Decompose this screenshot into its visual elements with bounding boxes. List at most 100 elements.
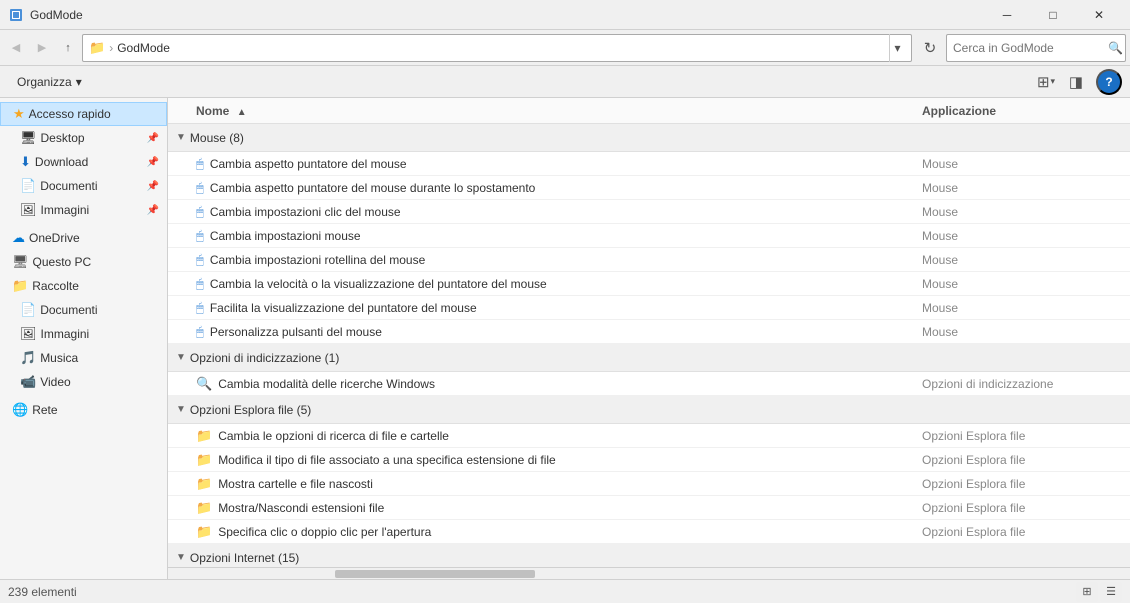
internet-chevron-icon: ▼	[176, 552, 186, 563]
mouse-chevron-icon: ▼	[176, 132, 186, 143]
row-icon-folder-1: 📁	[196, 452, 212, 468]
row-icon-5: 🖱	[196, 276, 204, 292]
row-name: Specifica clic o doppio clic per l'apert…	[218, 525, 922, 539]
table-row[interactable]: 🖱 Cambia impostazioni rotellina del mous…	[168, 248, 1130, 272]
col-name-header: Nome ▲	[196, 104, 922, 118]
table-row[interactable]: 🖱 Cambia impostazioni clic del mouse Mou…	[168, 200, 1130, 224]
indicizzazione-chevron-icon: ▼	[176, 352, 186, 363]
row-icon-1: 🖱	[196, 180, 204, 196]
row-app: Mouse	[922, 205, 1122, 219]
table-row[interactable]: 🖱 Cambia aspetto puntatore del mouse dur…	[168, 176, 1130, 200]
change-view-icon: ⊞	[1037, 73, 1050, 91]
table-row[interactable]: 📁 Mostra/Nascondi estensioni file Opzion…	[168, 496, 1130, 520]
address-dropdown-arrow[interactable]: ▾	[889, 34, 905, 62]
row-name: Cambia la velocità o la visualizzazione …	[210, 277, 922, 291]
sidebar-item-label: Desktop	[41, 131, 85, 145]
section-internet-title[interactable]: ▼ Opzioni Internet (15)	[168, 544, 1130, 567]
section-mouse-title[interactable]: ▼ Mouse (8)	[168, 124, 1130, 152]
row-name: Modifica il tipo di file associato a una…	[218, 453, 922, 467]
sidebar-item-musica[interactable]: 🎵 Musica	[0, 346, 167, 370]
row-icon-folder-0: 📁	[196, 428, 212, 444]
sidebar-item-label: Documenti	[40, 303, 97, 317]
sidebar-item-immagini2[interactable]: 🖼 Immagini	[0, 322, 167, 346]
address-path-text: GodMode	[117, 41, 170, 55]
desktop-icon: 🖥	[20, 130, 37, 146]
section-esplorafile-title[interactable]: ▼ Opzioni Esplora file (5)	[168, 396, 1130, 424]
sidebar-item-label: Raccolte	[32, 279, 79, 293]
h-scroll-thumb[interactable]	[335, 570, 535, 578]
table-row[interactable]: 📁 Cambia le opzioni di ricerca di file e…	[168, 424, 1130, 448]
row-name: Mostra/Nascondi estensioni file	[218, 501, 922, 515]
row-app: Mouse	[922, 277, 1122, 291]
status-view-btn-list[interactable]: ☰	[1100, 582, 1122, 602]
up-button[interactable]: ↑	[56, 34, 80, 62]
section-internet: ▼ Opzioni Internet (15) 🌐 Abilita o disa…	[168, 544, 1130, 567]
row-icon-6: 🖱	[196, 300, 204, 316]
content-scroll[interactable]: ▼ Mouse (8) 🖱 Cambia aspetto puntatore d…	[168, 124, 1130, 567]
table-row[interactable]: 🖱 Cambia impostazioni mouse Mouse	[168, 224, 1130, 248]
row-icon-4: 🖱	[196, 252, 204, 268]
table-row[interactable]: 🖱 Personalizza pulsanti del mouse Mouse	[168, 320, 1130, 344]
section-indicizzazione-title[interactable]: ▼ Opzioni di indicizzazione (1)	[168, 344, 1130, 372]
table-row[interactable]: 🖱 Facilita la visualizzazione del puntat…	[168, 296, 1130, 320]
status-view-icons: ⊞ ☰	[1076, 582, 1122, 602]
sidebar-item-label: Questo PC	[33, 255, 92, 269]
table-row[interactable]: 📁 Mostra cartelle e file nascosti Opzion…	[168, 472, 1130, 496]
change-view-button[interactable]: ⊞ ▾	[1032, 69, 1060, 95]
row-icon-folder-3: 📁	[196, 500, 212, 516]
row-name: Cambia impostazioni clic del mouse	[210, 205, 922, 219]
col-app-header: Applicazione	[922, 104, 1122, 118]
table-row[interactable]: 📁 Modifica il tipo di file associato a u…	[168, 448, 1130, 472]
sidebar-item-immagini[interactable]: 🖼 Immagini 📌	[0, 198, 167, 222]
sidebar-item-rete[interactable]: 🌐 Rete	[0, 398, 167, 422]
help-button[interactable]: ?	[1096, 69, 1122, 95]
table-row[interactable]: 🖱 Cambia aspetto puntatore del mouse Mou…	[168, 152, 1130, 176]
refresh-button[interactable]: ↻	[916, 34, 944, 62]
table-row[interactable]: 🖱 Cambia la velocità o la visualizzazion…	[168, 272, 1130, 296]
maximize-button[interactable]: □	[1030, 0, 1076, 30]
sidebar-item-raccolte[interactable]: 📁 Raccolte	[0, 274, 167, 298]
back-button[interactable]: ◀	[4, 34, 28, 62]
pin-icon: 📌	[147, 133, 159, 144]
section-esplorafile: ▼ Opzioni Esplora file (5) 📁 Cambia le o…	[168, 396, 1130, 544]
sidebar-item-video[interactable]: 📹 Video	[0, 370, 167, 394]
indicizzazione-section-label: Opzioni di indicizzazione (1)	[190, 351, 339, 365]
sidebar-item-label: Accesso rapido	[29, 107, 111, 121]
sidebar-item-label: Immagini	[41, 327, 90, 341]
address-separator: ›	[109, 41, 113, 55]
minimize-button[interactable]: ─	[984, 0, 1030, 30]
view-toolbar: ⊞ ▾ ◨ ?	[1032, 69, 1122, 95]
row-icon-7: 🖱	[196, 324, 204, 340]
sidebar-item-documenti2[interactable]: 📄 Documenti	[0, 298, 167, 322]
forward-button[interactable]: ▶	[30, 34, 54, 62]
esplorafile-chevron-icon: ▼	[176, 404, 186, 415]
questo-pc-icon: 🖥	[12, 254, 29, 270]
sidebar-item-quick-access[interactable]: ★ Accesso rapido	[0, 102, 167, 126]
address-path[interactable]: 📁 › GodMode ▾	[82, 34, 912, 62]
mouse-section-label: Mouse (8)	[190, 131, 244, 145]
close-button[interactable]: ✕	[1076, 0, 1122, 30]
sidebar-item-label: OneDrive	[29, 231, 80, 245]
sidebar-item-download[interactable]: ⬇ Download 📌	[0, 150, 167, 174]
pin-icon: 📌	[147, 157, 159, 168]
organize-button[interactable]: Organizza ▾	[8, 69, 91, 95]
row-app: Opzioni Esplora file	[922, 501, 1122, 515]
sidebar-item-documenti[interactable]: 📄 Documenti 📌	[0, 174, 167, 198]
preview-button[interactable]: ◨	[1062, 69, 1090, 95]
sidebar-item-desktop[interactable]: 🖥 Desktop 📌	[0, 126, 167, 150]
row-app: Mouse	[922, 253, 1122, 267]
row-name: Cambia aspetto puntatore del mouse duran…	[210, 181, 922, 195]
sidebar-item-label: Documenti	[40, 179, 97, 193]
sidebar-item-questo-pc[interactable]: 🖥 Questo PC	[0, 250, 167, 274]
table-row[interactable]: 📁 Specifica clic o doppio clic per l'ape…	[168, 520, 1130, 544]
status-view-btn-grid[interactable]: ⊞	[1076, 582, 1098, 602]
sidebar-item-onedrive[interactable]: ☁ OneDrive	[0, 226, 167, 250]
row-app: Mouse	[922, 301, 1122, 315]
search-input[interactable]	[953, 41, 1108, 55]
table-row[interactable]: 🔍 Cambia modalità delle ricerche Windows…	[168, 372, 1130, 396]
onedrive-icon: ☁	[12, 230, 25, 246]
row-app: Mouse	[922, 181, 1122, 195]
download-icon: ⬇	[20, 154, 31, 170]
row-name: Cambia le opzioni di ricerca di file e c…	[218, 429, 922, 443]
horizontal-scrollbar[interactable]	[168, 567, 1130, 579]
